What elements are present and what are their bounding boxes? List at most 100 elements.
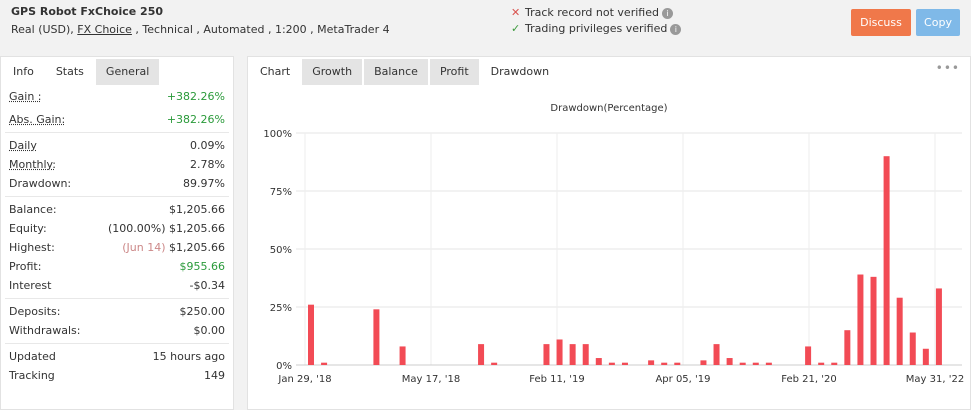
cross-icon: ✕ (511, 6, 521, 19)
stat-label: Balance: (9, 203, 57, 216)
stat-label[interactable]: Gain : (9, 87, 42, 106)
equity-amount: $1,205.66 (169, 222, 225, 235)
chart-bars (308, 156, 942, 365)
tab-stats[interactable]: Stats (45, 59, 94, 85)
stat-value: -$0.34 (189, 279, 225, 292)
stat-value: 15 hours ago (152, 350, 225, 363)
stat-value: (100.00%) $1,205.66 (108, 219, 225, 238)
stat-row-tracking: Tracking 149 (1, 366, 233, 385)
broker-link[interactable]: FX Choice (77, 23, 132, 36)
drawdown-bar[interactable] (648, 360, 655, 365)
drawdown-bar[interactable] (765, 362, 772, 365)
drawdown-bar[interactable] (818, 362, 825, 365)
drawdown-bar[interactable] (726, 358, 733, 365)
drawdown-bar[interactable] (831, 362, 838, 365)
stat-value: +382.26% (166, 90, 225, 103)
info-icon[interactable]: i (670, 23, 682, 35)
drawdown-bar[interactable] (621, 362, 628, 365)
stat-label: Updated (9, 350, 56, 363)
chart-tabs: Chart Growth Balance Profit Drawdown (248, 57, 561, 85)
stat-row-highest: Highest: (Jun 14) $1,205.66 (1, 238, 233, 257)
equity-percent: (100.00%) (107, 222, 166, 235)
more-options-icon[interactable]: ••• (936, 61, 960, 75)
tab-chart[interactable]: Chart (250, 59, 301, 85)
y-tick-label: 100% (263, 129, 292, 140)
drawdown-bar[interactable] (399, 346, 406, 365)
drawdown-bar[interactable] (909, 332, 916, 365)
drawdown-bar[interactable] (321, 362, 328, 365)
drawdown-bar[interactable] (935, 288, 942, 365)
drawdown-bar[interactable] (556, 339, 563, 365)
drawdown-bar[interactable] (674, 362, 681, 365)
tab-balance[interactable]: Balance (364, 59, 428, 85)
account-name: GPS Robot FxChoice 250 (11, 5, 164, 18)
x-tick-label: Feb 11, '19 (529, 374, 584, 385)
highest-amount: $1,205.66 (169, 241, 225, 254)
drawdown-bar[interactable] (543, 344, 550, 365)
stat-row-withdrawals: Withdrawals: $0.00 (1, 321, 233, 340)
y-axis: 0% 25% 50% 75% 100% (263, 129, 292, 372)
info-icon[interactable]: i (661, 7, 673, 19)
drawdown-bar[interactable] (582, 344, 589, 365)
tab-info[interactable]: Info (3, 59, 44, 85)
drawdown-bar[interactable] (844, 330, 851, 365)
chart-panel: Chart Growth Balance Profit Drawdown •••… (247, 56, 971, 410)
y-tick-label: 25% (270, 303, 292, 314)
drawdown-chart: Drawdown(Percentage) 0% 25% 50% 75% 100% Jan… (263, 103, 964, 385)
stats-tabs: Info Stats General (1, 57, 161, 85)
stat-label[interactable]: Monthly: (9, 155, 56, 174)
stat-value: +382.26% (166, 113, 225, 126)
stat-value: $250.00 (179, 305, 226, 318)
stat-row-drawdown: Drawdown: 89.97% (1, 174, 233, 193)
stat-value: 0.09% (190, 139, 225, 152)
drawdown-bar[interactable] (922, 348, 929, 365)
drawdown-bar[interactable] (870, 276, 877, 365)
trading-privileges-label: Trading privileges verified (525, 22, 668, 35)
track-record-status: ✕ Track record not verified i (511, 6, 673, 19)
stat-row-updated: Updated 15 hours ago (1, 347, 233, 366)
x-tick-label: Feb 21, '20 (781, 374, 836, 385)
drawdown-bar[interactable] (308, 304, 314, 365)
drawdown-bar[interactable] (713, 344, 720, 365)
stat-value: (Jun 14) $1,205.66 (122, 238, 225, 257)
drawdown-bar[interactable] (857, 274, 864, 365)
drawdown-bar[interactable] (805, 346, 812, 365)
drawdown-bar[interactable] (569, 344, 576, 365)
drawdown-bar[interactable] (883, 156, 890, 365)
drawdown-bar[interactable] (373, 309, 380, 365)
drawdown-bar[interactable] (595, 358, 602, 365)
divider (5, 343, 229, 344)
x-tick-label: Jan 29, '18 (277, 374, 331, 385)
drawdown-bar[interactable] (478, 344, 485, 365)
drawdown-bar[interactable] (752, 362, 759, 365)
account-header: GPS Robot FxChoice 250 Real (USD), FX Ch… (0, 0, 971, 47)
tab-growth[interactable]: Growth (302, 59, 363, 85)
stat-row-equity: Equity: (100.00%) $1,205.66 (1, 219, 233, 238)
copy-button[interactable]: Copy (916, 9, 960, 36)
discuss-button[interactable]: Discuss (851, 9, 911, 36)
account-meta-suffix: , Technical , Automated , 1:200 , MetaTr… (131, 23, 390, 36)
stat-label: Interest (9, 279, 52, 292)
stat-value: $1,205.66 (169, 203, 225, 216)
tab-profit[interactable]: Profit (429, 59, 479, 85)
y-tick-label: 50% (270, 245, 292, 256)
drawdown-bar[interactable] (700, 360, 707, 365)
stat-label: Highest: (9, 241, 55, 254)
drawdown-bar[interactable] (491, 362, 498, 365)
divider (5, 298, 229, 299)
drawdown-bar[interactable] (739, 362, 746, 365)
drawdown-bar[interactable] (661, 362, 668, 365)
account-meta: Real (USD), FX Choice , Technical , Auto… (11, 23, 390, 36)
stat-label[interactable]: Daily (9, 136, 37, 155)
drawdown-bar[interactable] (896, 297, 903, 365)
divider (5, 132, 229, 133)
tab-drawdown[interactable]: Drawdown (480, 59, 560, 85)
tab-general[interactable]: General (95, 59, 160, 85)
check-icon: ✓ (511, 22, 521, 35)
drawdown-bar[interactable] (608, 362, 615, 365)
stat-label[interactable]: Abs. Gain: (9, 110, 65, 129)
stat-value: $0.00 (193, 324, 226, 337)
x-axis: Jan 29, '18 May 17, '18 Feb 11, '19 Apr 05,… (277, 374, 964, 385)
x-tick-label: May 31, '22 (906, 374, 964, 385)
stat-row-interest: Interest -$0.34 (1, 276, 233, 295)
